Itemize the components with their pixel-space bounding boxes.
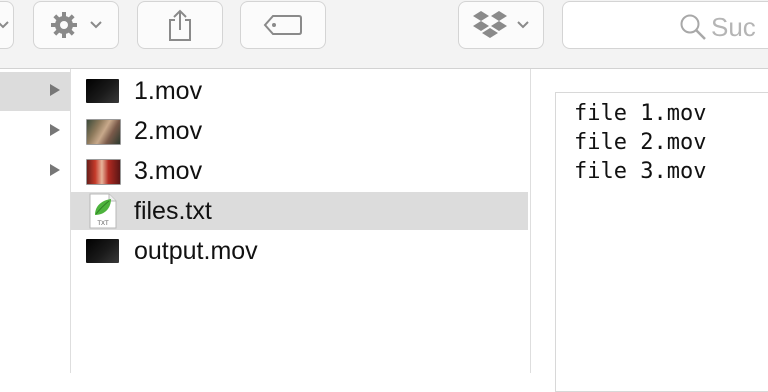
dropbox-button[interactable] [458,1,544,49]
share-button[interactable] [137,1,223,49]
file-name: files.txt [134,197,212,225]
disclosure-triangle-icon[interactable] [50,164,60,176]
preview-line: file 2.mov [574,130,707,155]
action-button[interactable] [33,1,119,49]
disclosure-triangle-icon[interactable] [50,124,60,136]
dropbox-icon [473,11,507,38]
file-list-column[interactable]: 1.mov 2.mov 3.mov TXT files.txt output.m… [50,69,531,373]
video-thumbnail-icon [86,239,119,263]
search-field[interactable]: Suc [562,1,768,49]
chevron-down-icon [0,21,9,29]
svg-text:TXT: TXT [97,221,109,227]
search-icon [680,14,706,40]
chevron-down-icon [90,21,102,29]
chevron-down-icon [517,21,529,29]
tags-button[interactable] [240,1,326,49]
tag-icon [263,15,302,35]
file-name: 1.mov [134,77,203,105]
disclosure-triangle-icon[interactable] [50,84,60,96]
preview-line: file 1.mov [574,101,707,126]
txt-document-icon: TXT [89,193,117,229]
file-row-1-mov[interactable]: 1.mov [50,72,528,110]
file-row-output-mov[interactable]: output.mov [71,232,528,270]
view-options-button[interactable] [0,1,14,49]
video-thumbnail-icon [86,79,119,103]
file-name: 2.mov [134,117,203,145]
file-row-2-mov[interactable]: 2.mov [50,112,528,150]
file-row-files-txt[interactable]: TXT files.txt [71,192,528,230]
share-icon [169,9,191,41]
video-thumbnail-icon [86,159,121,185]
gear-icon [51,12,77,38]
file-name: output.mov [134,237,258,265]
parent-column[interactable] [0,69,71,373]
preview-line: file 3.mov [574,159,707,184]
file-preview[interactable]: file 1.mov file 2.mov file 3.mov [555,92,768,392]
file-name: 3.mov [134,157,203,185]
toolbar: Suc [0,0,768,69]
file-row-3-mov[interactable]: 3.mov [50,152,528,190]
video-thumbnail-icon [86,119,121,145]
search-placeholder: Suc [711,12,756,42]
